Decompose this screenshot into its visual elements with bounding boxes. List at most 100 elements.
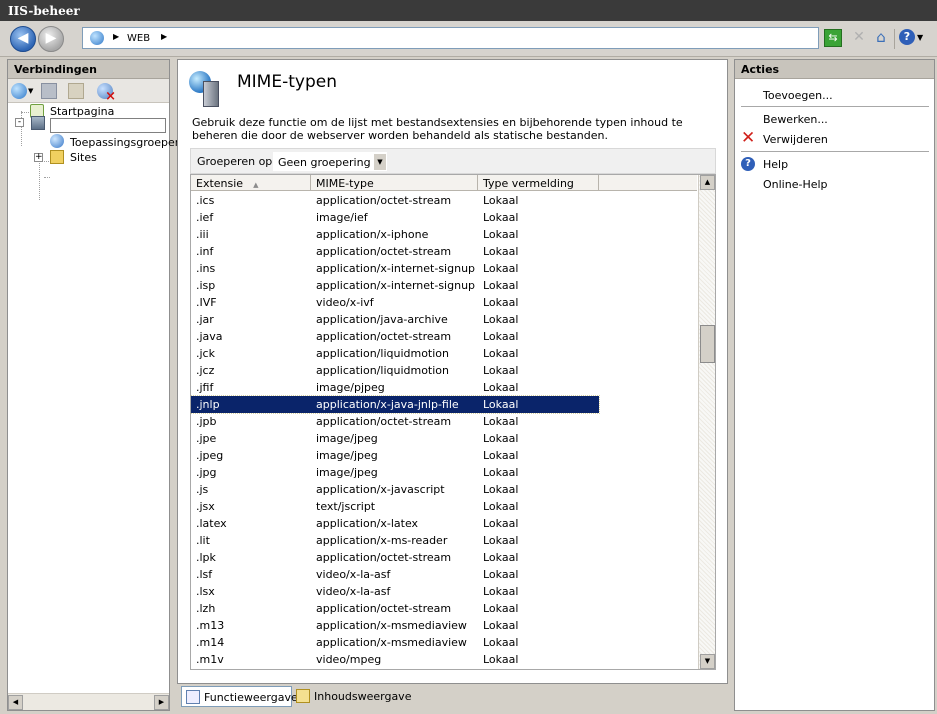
remove-action[interactable]: Verwijderen [763, 133, 828, 146]
scroll-right-icon[interactable]: ▶ [154, 695, 169, 710]
table-row[interactable]: .lzh application/octet-stream Lokaal [191, 600, 599, 617]
cell-mime-type: application/java-archive [316, 313, 448, 326]
tab-content-view[interactable]: Inhoudsweergave [292, 686, 411, 707]
table-row[interactable]: .jcz application/liquidmotion Lokaal [191, 362, 599, 379]
cell-extension: .jpeg [196, 449, 224, 462]
mime-types-icon [189, 69, 223, 107]
cell-mime-type: application/x-internet-signup [316, 262, 476, 275]
table-row[interactable]: .js application/x-javascript Lokaal [191, 481, 599, 498]
help-icon[interactable]: ? [899, 29, 915, 45]
cell-extension: .ins [196, 262, 216, 275]
breadcrumb-arrow-icon[interactable]: ▶ [113, 32, 119, 41]
cell-entry-type: Lokaal [483, 653, 519, 666]
chevron-down-icon[interactable]: ▼ [374, 154, 386, 170]
cell-extension: .m14 [196, 636, 225, 649]
feature-pane: MIME-typen Gebruik deze functie om de li… [177, 59, 728, 684]
cell-mime-type: application/x-javascript [316, 483, 445, 496]
table-row[interactable]: .jpg image/jpeg Lokaal [191, 464, 599, 481]
table-row[interactable]: .lit application/x-ms-reader Lokaal [191, 532, 599, 549]
column-header-mime-type[interactable]: MIME-type [311, 175, 478, 191]
cell-extension: .jnlp [196, 398, 220, 411]
column-header-entry-type[interactable]: Type vermelding [478, 175, 599, 191]
group-by-select[interactable]: Geen groepering ▼ [273, 152, 387, 171]
chevron-down-icon[interactable]: ▼ [917, 29, 935, 47]
table-row[interactable]: .m14 application/x-msmediaview Lokaal [191, 634, 599, 651]
cell-extension: .IVF [196, 296, 217, 309]
cell-entry-type: Lokaal [483, 313, 519, 326]
cell-mime-type: application/x-ms-reader [316, 534, 448, 547]
cell-mime-type: text/jscript [316, 500, 376, 513]
collapse-icon[interactable]: - [15, 118, 24, 127]
breadcrumb-arrow-icon[interactable]: ▶ [161, 32, 167, 41]
table-row[interactable]: .ins application/x-internet-signup Lokaal [191, 260, 599, 277]
help-action[interactable]: Help [763, 158, 788, 171]
cell-extension: .inf [196, 245, 214, 258]
table-row[interactable]: .ief image/ief Lokaal [191, 209, 599, 226]
table-row[interactable]: .inf application/octet-stream Lokaal [191, 243, 599, 260]
table-row[interactable]: .iii application/x-iphone Lokaal [191, 226, 599, 243]
cell-entry-type: Lokaal [483, 517, 519, 530]
group-by-bar: Groeperen op: Geen groepering ▼ [190, 148, 716, 174]
save-icon[interactable] [41, 83, 57, 99]
view-tabs: Functieweergave Inhoudsweergave [177, 686, 728, 710]
connect-globe-icon[interactable] [11, 83, 27, 99]
home-icon[interactable]: ⌂ [872, 29, 890, 47]
table-row[interactable]: .jfif image/pjpeg Lokaal [191, 379, 599, 396]
table-row[interactable]: .jpeg image/jpeg Lokaal [191, 447, 599, 464]
column-header-extension[interactable]: Extensie ▲ [191, 175, 311, 191]
cell-extension: .lsf [196, 568, 213, 581]
breadcrumb-web[interactable]: WEB [127, 33, 150, 44]
cell-entry-type: Lokaal [483, 534, 519, 547]
table-row[interactable]: .jck application/liquidmotion Lokaal [191, 345, 599, 362]
table-row[interactable]: .jnlp application/x-java-jnlp-file Lokaal [191, 395, 600, 414]
table-vertical-scrollbar[interactable]: ▲ ▼ [698, 175, 715, 669]
table-row[interactable]: .jpe image/jpeg Lokaal [191, 430, 599, 447]
table-row[interactable]: .isp application/x-internet-signup Lokaal [191, 277, 599, 294]
cell-entry-type: Lokaal [483, 568, 519, 581]
cell-entry-type: Lokaal [483, 483, 519, 496]
table-row[interactable]: .latex application/x-latex Lokaal [191, 515, 599, 532]
cell-entry-type: Lokaal [483, 398, 519, 411]
table-row[interactable]: .lsx video/x-la-asf Lokaal [191, 583, 599, 600]
table-row[interactable]: .lsf video/x-la-asf Lokaal [191, 566, 599, 583]
cell-entry-type: Lokaal [483, 296, 519, 309]
scroll-down-icon[interactable]: ▼ [700, 654, 715, 669]
refresh-icon[interactable]: ⇆ [824, 29, 842, 47]
cell-entry-type: Lokaal [483, 602, 519, 615]
disconnect-icon[interactable] [97, 83, 116, 104]
server-icon [31, 116, 45, 130]
expand-icon[interactable]: + [34, 153, 43, 162]
tab-features-view[interactable]: Functieweergave [181, 686, 298, 707]
table-row[interactable]: .m13 application/x-msmediaview Lokaal [191, 617, 599, 634]
table-row[interactable]: .jsx text/jscript Lokaal [191, 498, 599, 515]
cell-entry-type: Lokaal [483, 585, 519, 598]
help-icon: ? [741, 157, 755, 171]
stop-icon[interactable]: ✕ [850, 29, 868, 47]
forward-button[interactable]: ▶ [38, 26, 64, 52]
table-row[interactable]: .java application/octet-stream Lokaal [191, 328, 599, 345]
page-title: MIME-typen [237, 72, 337, 92]
table-row[interactable]: .lpk application/octet-stream Lokaal [191, 549, 599, 566]
cell-extension: .jpg [196, 466, 217, 479]
address-bar[interactable]: ▶ WEB ▶ [82, 27, 819, 49]
table-row[interactable]: .IVF video/x-ivf Lokaal [191, 294, 599, 311]
back-button[interactable]: ◀ [10, 26, 36, 52]
connections-horizontal-scrollbar[interactable]: ◀ ▶ [8, 693, 169, 710]
scroll-up-icon[interactable]: ▲ [700, 175, 715, 190]
scrollbar-thumb[interactable] [700, 325, 715, 363]
table-row[interactable]: .ics application/octet-stream Lokaal [191, 192, 599, 209]
add-action[interactable]: Toevoegen... [763, 89, 833, 102]
server-name-input[interactable] [50, 118, 166, 133]
table-row[interactable]: .jar application/java-archive Lokaal [191, 311, 599, 328]
up-level-icon[interactable] [68, 83, 84, 99]
table-row[interactable]: .m1v video/mpeg Lokaal [191, 651, 599, 668]
cell-mime-type: application/x-iphone [316, 228, 429, 241]
tab-label: Inhoudsweergave [314, 690, 412, 703]
scroll-left-icon[interactable]: ◀ [8, 695, 23, 710]
cell-extension: .iii [196, 228, 209, 241]
table-row[interactable]: .jpb application/octet-stream Lokaal [191, 413, 599, 430]
edit-action[interactable]: Bewerken... [763, 113, 828, 126]
cell-entry-type: Lokaal [483, 228, 519, 241]
online-help-action[interactable]: Online-Help [763, 178, 828, 191]
cell-mime-type: video/x-ivf [316, 296, 374, 309]
